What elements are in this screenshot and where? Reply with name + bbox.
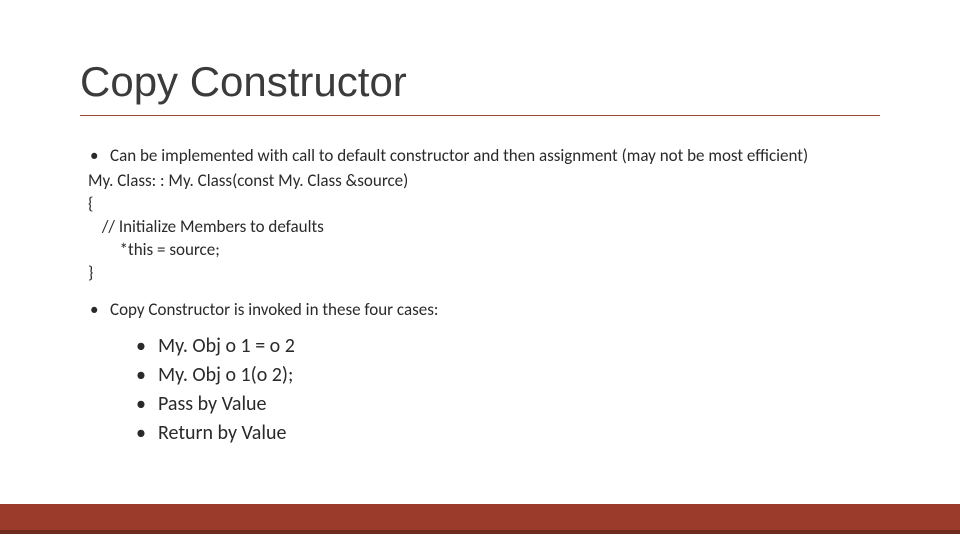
- bullet-item-1: Can be implemented with call to default …: [88, 145, 878, 168]
- sub-bullet-text: My. Obj o 1(o 2);: [158, 361, 293, 390]
- bullet-dot-icon: [88, 299, 110, 322]
- sub-bullet-list: My. Obj o 1 = o 2 My. Obj o 1(o 2); Pass…: [88, 332, 878, 448]
- bullet-dot-icon: [136, 390, 158, 419]
- slide-title: Copy Constructor: [80, 58, 407, 106]
- sub-bullet-item: Return by Value: [136, 419, 878, 448]
- slide: Copy Constructor Can be implemented with…: [0, 0, 960, 540]
- sub-bullet-item: My. Obj o 1(o 2);: [136, 361, 878, 390]
- bullet-dot-icon: [136, 419, 158, 448]
- sub-bullet-item: My. Obj o 1 = o 2: [136, 332, 878, 361]
- code-block: My. Class: : My. Class(const My. Class &…: [88, 170, 878, 285]
- bullet-item-2: Copy Constructor is invoked in these fou…: [88, 299, 878, 322]
- code-line-1: My. Class: : My. Class(const My. Class &…: [88, 170, 878, 193]
- bullet-text-1: Can be implemented with call to default …: [110, 145, 808, 168]
- bullet-text-2: Copy Constructor is invoked in these fou…: [110, 299, 438, 322]
- bullet-dot-icon: [88, 145, 110, 168]
- sub-bullet-text: Return by Value: [158, 419, 286, 448]
- title-underline: [80, 115, 880, 116]
- footer-accent-bar: [0, 504, 960, 530]
- bullet-dot-icon: [136, 332, 158, 361]
- code-line-3: // Initialize Members to defaults: [88, 216, 878, 239]
- code-line-5: }: [88, 262, 878, 285]
- footer-accent-shadow: [0, 530, 960, 534]
- code-line-4: *this = source;: [88, 239, 878, 262]
- sub-bullet-text: Pass by Value: [158, 390, 267, 419]
- bullet-dot-icon: [136, 361, 158, 390]
- sub-bullet-item: Pass by Value: [136, 390, 878, 419]
- slide-content: Can be implemented with call to default …: [88, 145, 878, 448]
- sub-bullet-text: My. Obj o 1 = o 2: [158, 332, 295, 361]
- code-line-2: {: [88, 193, 878, 216]
